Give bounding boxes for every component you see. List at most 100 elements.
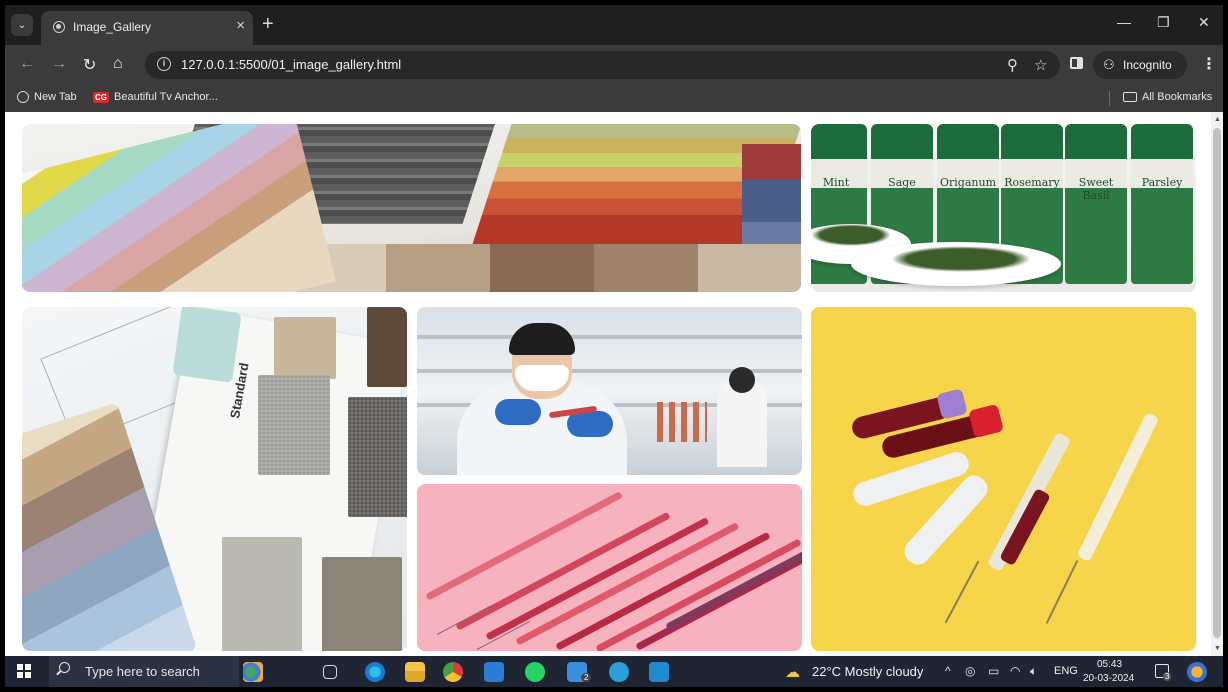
forward-button[interactable]: → xyxy=(51,55,67,73)
volume-icon[interactable]: 🔈︎ xyxy=(1030,664,1037,679)
windows-start-icon[interactable] xyxy=(17,664,31,678)
bookmarks-bar: New Tab CG Beautiful Tv Anchor... All Bo… xyxy=(5,85,1223,112)
brown-sample xyxy=(367,307,407,387)
background-scientist-head xyxy=(729,367,755,393)
store-icon[interactable] xyxy=(484,662,504,682)
jar-label: Mint xyxy=(822,176,850,189)
home-button[interactable]: ⌂ xyxy=(113,55,123,73)
all-bookmarks-button[interactable]: All Bookmarks xyxy=(1123,91,1212,103)
tube-cap-red xyxy=(968,403,1004,439)
taskbar-search[interactable]: Type here to search xyxy=(49,656,239,687)
vscode-icon[interactable] xyxy=(649,662,669,682)
mail-badge: 2 xyxy=(581,673,592,682)
granite-sample xyxy=(258,375,330,475)
file-explorer-icon[interactable] xyxy=(405,662,425,682)
meet-now-icon[interactable]: ◎ xyxy=(965,664,975,678)
clock-time[interactable]: 05:43 xyxy=(1097,659,1122,670)
bookmark-label: New Tab xyxy=(34,91,77,103)
back-button[interactable]: ← xyxy=(19,55,35,73)
tube-cap-purple xyxy=(936,388,968,420)
windows-taskbar: Type here to search 2 ☁ 22°C Mostly clou… xyxy=(5,656,1223,687)
lab-shelf xyxy=(417,335,802,339)
edge-icon[interactable] xyxy=(365,662,385,682)
fabric-swatches-photo[interactable] xyxy=(22,124,801,292)
eraser xyxy=(172,307,242,383)
copilot-icon[interactable] xyxy=(1187,662,1207,682)
wifi-icon[interactable]: ◠ xyxy=(1010,664,1020,678)
cg-icon: CG xyxy=(93,91,109,103)
syringe-clear xyxy=(1076,412,1160,562)
needle xyxy=(944,560,980,624)
material-samples-photo[interactable]: Standard xyxy=(22,307,407,651)
site-info-icon[interactable]: i xyxy=(157,57,171,71)
task-view-icon[interactable] xyxy=(323,665,337,679)
wood-samples xyxy=(282,244,801,292)
needle xyxy=(1045,560,1079,624)
incognito-indicator[interactable]: ⚇ Incognito xyxy=(1093,51,1187,79)
url-text[interactable]: 127.0.0.1:5500/01_image_gallery.html xyxy=(181,57,401,72)
globe-icon xyxy=(17,91,29,103)
globe-icon xyxy=(53,21,65,33)
reload-button[interactable]: ↻ xyxy=(83,55,96,75)
tab-close-icon[interactable]: × xyxy=(236,17,245,34)
scientist-hair xyxy=(509,323,575,355)
dark-granite-sample xyxy=(348,397,407,517)
herbs xyxy=(811,224,891,246)
weather-cloud-icon[interactable]: ☁ xyxy=(785,663,800,681)
clock-date[interactable]: 20-03-2024 xyxy=(1083,673,1134,684)
tab-search-button[interactable]: ⌄ xyxy=(11,14,33,36)
widgets-icon[interactable] xyxy=(243,662,263,682)
browser-toolbar: ← → ↻ ⌂ i 127.0.0.1:5500/01_image_galler… xyxy=(5,45,1223,85)
jar-label: Sweet Basil xyxy=(1078,176,1114,202)
address-bar[interactable]: i 127.0.0.1:5500/01_image_gallery.html ⚲… xyxy=(145,51,1060,79)
bookmark-star-icon[interactable]: ☆ xyxy=(1034,56,1047,74)
bookmark-new-tab[interactable]: New Tab xyxy=(17,91,77,103)
tray-chevron-icon[interactable]: ^ xyxy=(945,664,951,678)
browser-window: ⌄ Image_Gallery × + — ❐ ✕ ← → ↻ ⌂ i 127.… xyxy=(5,5,1223,687)
jar-label: Rosemary xyxy=(1004,176,1060,189)
search-placeholder: Type here to search xyxy=(85,664,200,679)
new-tab-button[interactable]: + xyxy=(262,13,274,36)
scroll-down-icon[interactable]: ▼ xyxy=(1214,645,1221,652)
notification-badge: 3 xyxy=(1163,672,1172,681)
bookmark-beautiful-tv-anchor[interactable]: CG Beautiful Tv Anchor... xyxy=(93,91,218,103)
chrome-icon[interactable] xyxy=(443,662,463,682)
spice-jar: Sweet Basil xyxy=(1065,124,1127,284)
browser-menu-icon[interactable]: ⋮ xyxy=(1201,54,1217,74)
syringes-pink-photo[interactable] xyxy=(417,484,802,651)
all-bookmarks-label: All Bookmarks xyxy=(1142,91,1213,103)
bookmarks-divider xyxy=(1109,91,1110,106)
blood-tubes-photo[interactable] xyxy=(811,307,1196,651)
jar-label: Parsley xyxy=(1141,176,1183,189)
lab-bottles xyxy=(657,402,707,442)
battery-icon[interactable]: ▭ xyxy=(988,664,999,678)
page-scrollbar[interactable]: ▲ ▼ xyxy=(1211,112,1223,656)
face-mask xyxy=(515,365,569,391)
search-icon xyxy=(59,662,70,673)
telegram-icon[interactable] xyxy=(609,662,629,682)
zoom-icon[interactable]: ⚲ xyxy=(1007,56,1018,74)
folder-icon xyxy=(1123,92,1137,102)
weather-text[interactable]: 22°C Mostly cloudy xyxy=(812,664,923,679)
scroll-thumb[interactable] xyxy=(1213,128,1221,638)
syringe xyxy=(595,538,802,651)
page-viewport: Mint Sage Origanum Rosemary Sweet Basil … xyxy=(5,112,1223,656)
close-window-button[interactable]: ✕ xyxy=(1198,14,1210,31)
color-fan-deck xyxy=(22,124,337,292)
restore-button[interactable]: ❐ xyxy=(1157,14,1170,31)
tab-image-gallery[interactable]: Image_Gallery × xyxy=(41,11,253,45)
whatsapp-icon[interactable] xyxy=(525,662,545,682)
jar-label: Sage xyxy=(888,176,916,189)
syringe xyxy=(665,549,802,631)
scroll-up-icon[interactable]: ▲ xyxy=(1214,116,1221,123)
taupe-sample xyxy=(322,557,402,651)
jar-label: Origanum xyxy=(940,176,996,189)
spice-jar: Parsley xyxy=(1131,124,1193,284)
side-panel-icon[interactable] xyxy=(1070,57,1083,69)
tab-title: Image_Gallery xyxy=(73,20,152,34)
spice-jars-photo[interactable]: Mint Sage Origanum Rosemary Sweet Basil … xyxy=(811,124,1196,292)
lab-scientist-photo[interactable] xyxy=(417,307,802,475)
tab-strip: ⌄ Image_Gallery × + — ❐ ✕ xyxy=(5,5,1223,45)
minimize-button[interactable]: — xyxy=(1117,14,1131,30)
language-indicator[interactable]: ENG xyxy=(1054,665,1078,677)
